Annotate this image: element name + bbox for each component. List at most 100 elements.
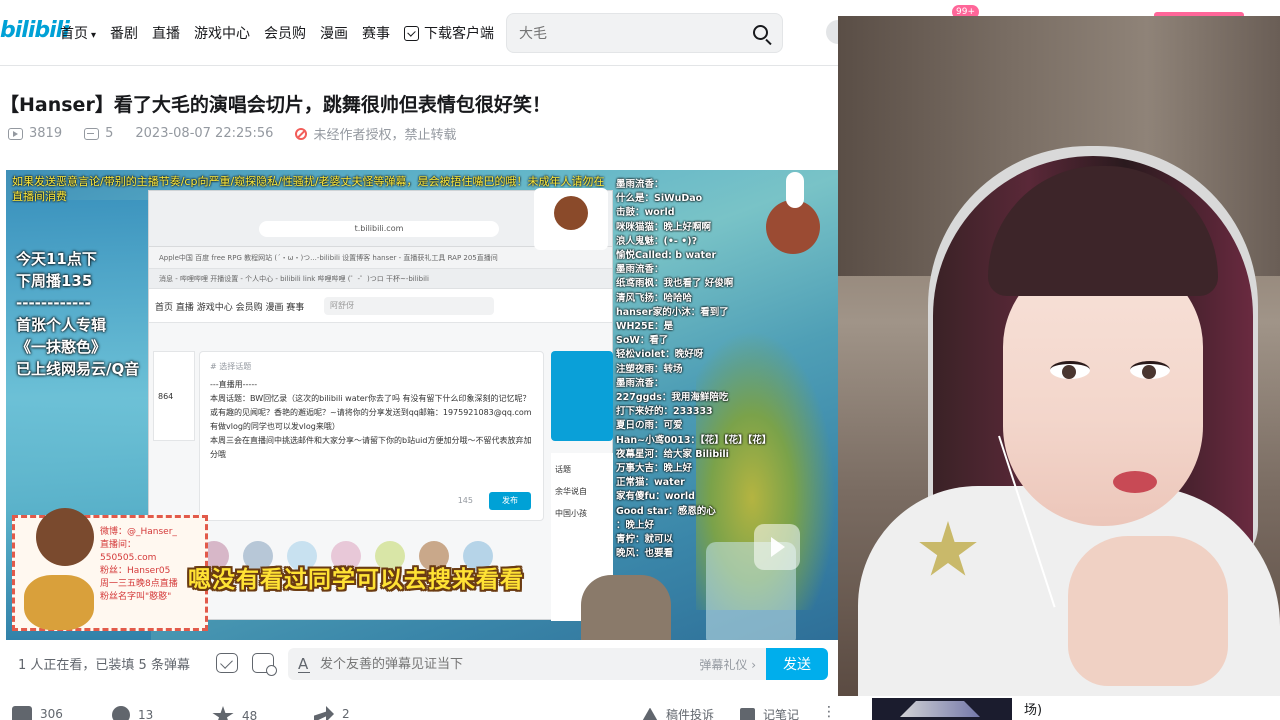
warning-icon <box>642 707 658 720</box>
report-label: 稿件投诉 <box>666 708 715 720</box>
chat-line: 击鼓：world <box>616 207 675 219</box>
cam-hand <box>1068 536 1228 686</box>
nav-home[interactable]: 首页 ▾ <box>60 23 96 43</box>
coin-icon <box>112 706 130 720</box>
more-options-icon[interactable]: ⋮ <box>822 704 836 720</box>
chat-line: 浪人鬼魅：(•- •)? <box>616 235 698 247</box>
post-count: 145 <box>457 496 473 505</box>
chat-line: 夜幕星河：给大家 Bilibili <box>616 448 729 460</box>
nav-esports[interactable]: 赛事 <box>362 23 390 43</box>
chat-line: WH25E：是 <box>616 321 674 333</box>
danmaku-count-icon <box>84 127 100 140</box>
inner-search: 阿舒伢 <box>324 297 494 315</box>
video-subtitle: 嗯没有看过同学可以去搜来看看 <box>188 567 524 593</box>
chat-line: 夏日の雨：可爱 <box>616 420 683 432</box>
chibi-illustration <box>534 188 608 250</box>
cam-eye-right <box>1130 361 1170 379</box>
no-repost-icon <box>295 127 308 140</box>
nav-game-center[interactable]: 游戏中心 <box>194 23 250 43</box>
share-icon <box>314 706 334 720</box>
video-meta: 3819 5 2023-08-07 22:25:56 未经作者授权，禁止转载 <box>8 124 456 143</box>
inner-nav-links: 首页 直播 游戏中心 会员购 漫画 赛事 <box>155 303 305 313</box>
screen-capture: t.bilibili.com Apple中国 百度 free RPG 教程网站 … <box>148 190 613 621</box>
danmaku-settings-icon[interactable] <box>252 653 277 676</box>
browser-tabs: 消息 - 哔哩哔哩 开播设置 - 个人中心 - bilibili link 哔哩… <box>149 269 612 289</box>
publish-datetime: 2023-08-07 22:25:56 <box>135 126 274 141</box>
cam-face <box>1003 256 1203 526</box>
sticker-text: 微博：@_Hanser_ 直播间： 550505.com 粉丝：Hanser05… <box>100 527 178 602</box>
nav-download-client[interactable]: 下载客户端 <box>404 23 494 43</box>
cat-illustration <box>581 575 671 640</box>
notes-button[interactable]: 记笔记 <box>740 706 799 720</box>
danmaku-etiquette-link[interactable]: 弹幕礼仪 › <box>699 656 756 673</box>
video-toolbar: 306 13 48 2 稿件投诉 记笔记 ⋮ <box>0 700 838 720</box>
cam-eye-left <box>1050 361 1090 379</box>
main-nav: 首页 ▾ 番剧 直播 游戏中心 会员购 漫画 赛事 下载客户端 <box>60 23 494 43</box>
coin-count: 13 <box>138 708 154 720</box>
chat-line: Han~小鸢0013：【花】【花】【花】 <box>616 434 772 446</box>
star-icon <box>212 706 234 720</box>
streamer-webcam <box>838 16 1280 696</box>
bottom-right-text: 场) <box>1024 703 1043 718</box>
danmaku-input-box: A 弹幕礼仪 › <box>288 648 766 680</box>
play-count: 3819 <box>29 126 63 141</box>
like-button[interactable]: 306 <box>12 706 63 720</box>
top-navbar: bilibili 首页 ▾ 番剧 直播 游戏中心 会员购 漫画 赛事 下载客户端 <box>0 0 850 66</box>
chat-line: 愉悦Called: b water <box>616 250 717 262</box>
chat-line: 墨雨流香： <box>616 179 664 190</box>
chat-line: 正常猫：water <box>616 477 685 489</box>
favorite-count: 48 <box>242 709 258 720</box>
inner-side-card <box>551 351 613 441</box>
download-icon <box>404 26 420 41</box>
chat-line: 轻松violet：晚好呀 <box>616 349 704 361</box>
share-count: 2 <box>342 707 350 720</box>
chibi-girl-illustration <box>14 500 104 630</box>
danmaku-input[interactable] <box>320 654 650 674</box>
post-topic-tag: # 选择话题 <box>210 362 252 371</box>
chat-line: 打下来好的：233333 <box>616 406 713 418</box>
nav-live[interactable]: 直播 <box>152 23 180 43</box>
search-input[interactable] <box>519 23 729 45</box>
danmaku-send-button[interactable]: 发送 <box>766 648 828 680</box>
browser-url: t.bilibili.com <box>259 221 499 237</box>
nav-manga[interactable]: 漫画 <box>320 23 348 43</box>
chat-line: 万事大吉：晚上好 <box>616 463 693 475</box>
chat-line: 墨雨流香： <box>616 264 664 276</box>
text-style-icon[interactable]: A <box>298 655 311 673</box>
chat-line: 咪咪猫猫：晚上好啊啊 <box>616 221 712 233</box>
post-body: ---直播用----- 本周话题：BW回忆录（这次的bilibili water… <box>210 380 532 459</box>
inner-left-card: 864 <box>153 351 195 441</box>
chat-line: 家有傻fu：world <box>616 491 695 503</box>
copyright-notice: 未经作者授权，禁止转载 <box>313 128 457 143</box>
danmaku-count: 5 <box>105 126 114 141</box>
topics-title: 话题 <box>555 465 571 474</box>
thumbs-up-icon <box>12 706 32 720</box>
browser-bookmarks: Apple中国 百度 free RPG 教程网站 (´・ω・)つ...-bili… <box>149 247 612 269</box>
chat-line: 纸鸢雨枫：我也看了 好俊啊 <box>616 278 734 290</box>
bilibili-logo[interactable]: bilibili <box>0 18 70 43</box>
stream-schedule-overlay: 今天11点下 下周播135 ------------ 首张个人专辑 《一抹憨色》… <box>16 250 140 378</box>
play-count-icon <box>8 127 23 140</box>
cam-mouth <box>1113 471 1157 493</box>
chat-line: hanser家的小沐：看到了 <box>616 306 729 318</box>
chat-line: 227ggds：我用海鲜陪吃 <box>616 392 729 404</box>
inner-left-number: 864 <box>158 392 174 401</box>
video-player[interactable]: t.bilibili.com Apple中国 百度 free RPG 教程网站 … <box>6 170 838 640</box>
coin-button[interactable]: 13 <box>112 706 153 720</box>
like-count: 306 <box>40 707 63 720</box>
inner-post-editor: # 选择话题 ---直播用----- 本周话题：BW回忆录（这次的bilibil… <box>199 351 544 521</box>
favorite-button[interactable]: 48 <box>212 706 257 720</box>
share-button[interactable]: 2 <box>314 706 350 720</box>
topic-item: 余华说自 <box>555 487 587 496</box>
nav-member-shop[interactable]: 会员购 <box>264 23 306 43</box>
chevron-down-icon: ▾ <box>91 30 97 41</box>
chat-line: 注塑夜雨：转场 <box>616 363 683 375</box>
play-icon[interactable] <box>754 524 800 570</box>
report-button[interactable]: 稿件投诉 <box>642 706 714 720</box>
stream-notice: 如果发送恶意言论/带别的主播节奏/cp向严重/窥探隐私/性骚扰/老婆丈夫怪等弹幕… <box>12 175 605 203</box>
nav-anime[interactable]: 番剧 <box>110 23 138 43</box>
chat-line: SoW：看了 <box>616 335 669 347</box>
danmaku-toggle-icon[interactable] <box>216 653 238 673</box>
search-icon[interactable] <box>753 25 768 40</box>
sponsor-logo <box>872 698 1012 720</box>
